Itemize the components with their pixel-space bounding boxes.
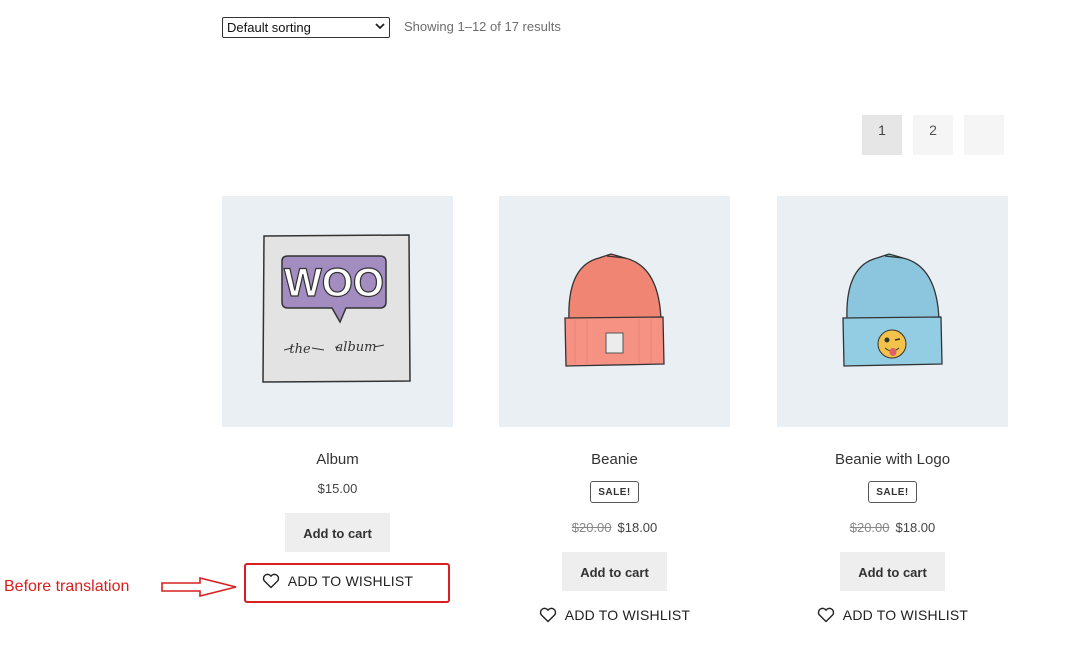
add-to-wishlist-button[interactable]: ADD TO WISHLIST <box>499 607 730 623</box>
product-image-beanie-with-logo[interactable] <box>777 196 1008 427</box>
annotation-highlight-box <box>244 563 450 603</box>
arrow-right-icon <box>160 576 240 602</box>
add-to-cart-button[interactable]: Add to cart <box>285 513 390 552</box>
product-price: $15.00 <box>317 481 358 496</box>
product-image-beanie[interactable] <box>499 196 730 427</box>
sale-price: $18.00 <box>617 520 658 535</box>
page-2-button[interactable]: 2 <box>913 115 953 155</box>
product-title[interactable]: Album <box>222 451 453 471</box>
sale-price: $18.00 <box>895 520 936 535</box>
add-to-cart-button[interactable]: Add to cart <box>562 552 667 591</box>
album-the-text: the <box>289 342 311 357</box>
next-page-button[interactable] <box>964 115 1004 155</box>
wishlist-label: ADD TO WISHLIST <box>564 607 691 623</box>
product-card-beanie-with-logo: Beanie with Logo SALE! $20.00 $18.00 Add … <box>777 196 1008 623</box>
sale-badge: SALE! <box>868 481 917 503</box>
product-card-beanie: Beanie SALE! $20.00 $18.00 Add to cart AD… <box>499 196 730 623</box>
album-woo-text: WOO <box>284 261 384 305</box>
result-count: Showing 1–12 of 17 results <box>404 19 561 34</box>
sort-select[interactable]: Default sorting <box>222 17 390 38</box>
chevron-down-icon <box>375 21 385 34</box>
page-1-button[interactable]: 1 <box>862 115 902 155</box>
album-album-text: album <box>336 340 377 355</box>
heart-icon <box>539 607 557 623</box>
add-to-wishlist-button[interactable]: ADD TO WISHLIST <box>777 607 1008 623</box>
pagination: 1 2 <box>862 115 1004 155</box>
product-title[interactable]: Beanie <box>499 451 730 471</box>
product-card-album: WOO the album Album $15.00 Add to cart A… <box>222 196 453 589</box>
wishlist-label: ADD TO WISHLIST <box>842 607 969 623</box>
old-price: $20.00 <box>571 520 612 535</box>
sort-select-value: Default sorting <box>227 20 311 35</box>
annotation-label: Before translation <box>4 578 130 595</box>
product-title[interactable]: Beanie with Logo <box>777 451 1008 471</box>
product-image-album[interactable]: WOO the album <box>222 196 453 427</box>
product-price: $20.00 $18.00 <box>777 520 1008 535</box>
sale-badge: SALE! <box>590 481 639 503</box>
product-price: $20.00 $18.00 <box>499 520 730 535</box>
heart-icon <box>817 607 835 623</box>
add-to-cart-button[interactable]: Add to cart <box>840 552 945 591</box>
old-price: $20.00 <box>849 520 890 535</box>
